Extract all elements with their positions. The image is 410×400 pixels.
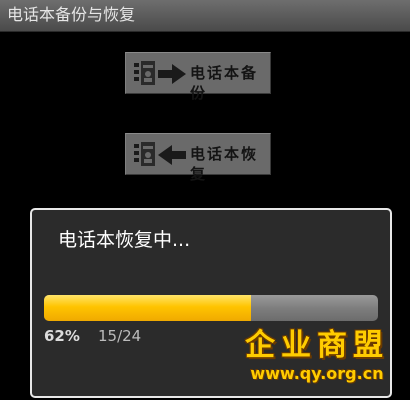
title-bar: 电话本备份与恢复	[0, 0, 410, 32]
progress-count: 15/24	[98, 327, 142, 345]
app-screen: 电话本备份与恢复 电话本备份 电话本恢复 电话本恢复中... 62% 15/24…	[0, 0, 410, 400]
progress-percent: 62%	[44, 327, 80, 345]
dialog-message: 电话本恢复中...	[58, 229, 191, 251]
contacts-export-arrow-right-icon	[134, 61, 186, 85]
app-title: 电话本备份与恢复	[7, 5, 136, 24]
progress-dialog: 电话本恢复中... 62% 15/24	[30, 208, 392, 398]
backup-contacts-button[interactable]: 电话本备份	[125, 52, 271, 102]
progress-bar-fill	[44, 295, 252, 321]
progress-bar	[44, 295, 378, 321]
restore-contacts-button[interactable]: 电话本恢复	[125, 133, 271, 183]
backup-button-label: 电话本备份	[190, 64, 259, 102]
restore-button-label: 电话本恢复	[190, 145, 259, 183]
contacts-import-arrow-left-icon	[134, 142, 186, 166]
